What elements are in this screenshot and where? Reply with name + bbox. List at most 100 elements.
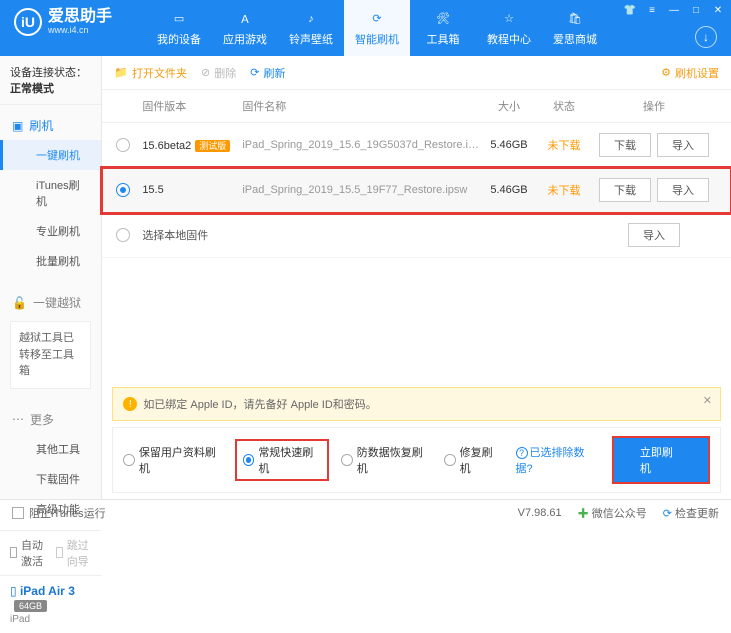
- nav-label: 工具箱: [427, 31, 460, 47]
- question-icon: ?: [516, 447, 528, 459]
- nav-label: 爱思商城: [553, 31, 597, 47]
- opt-normal-flash[interactable]: 常规快速刷机: [237, 441, 327, 479]
- btn-label: 刷新: [263, 65, 285, 81]
- flash-icon: ⟳: [368, 10, 386, 28]
- download-button[interactable]: 下载: [599, 178, 651, 202]
- firmware-row[interactable]: 15.6beta2测试版 iPad_Spring_2019_15.6_19G50…: [102, 123, 731, 168]
- opt-repair[interactable]: 修复刷机: [444, 444, 501, 476]
- block-itunes-label: 阻止iTunes运行: [29, 505, 106, 521]
- sidebar: 设备连接状态：正常模式 ▣刷机 一键刷机 iTunes刷机 专业刷机 批量刷机 …: [0, 56, 102, 499]
- update-icon: ⟳: [663, 508, 672, 520]
- window-controls: 👕 ≡ — □ ✕: [623, 4, 725, 16]
- app-logo-icon: iU: [14, 8, 42, 36]
- skin-icon[interactable]: 👕: [623, 4, 637, 16]
- exclude-data-link[interactable]: ?已选排除数据?: [516, 444, 598, 476]
- shop-icon: 🛍: [566, 10, 584, 28]
- nav-flash[interactable]: ⟳ 智能刷机: [344, 0, 410, 56]
- firmware-row-selected[interactable]: 15.5 iPad_Spring_2019_15.5_19F77_Restore…: [102, 168, 731, 213]
- gear-icon: ⚙: [661, 66, 671, 79]
- table-header: 固件版本 固件名称 大小 状态 操作: [102, 90, 731, 123]
- btn-label: 打开文件夹: [132, 65, 187, 81]
- nav-shop[interactable]: 🛍 爱思商城: [542, 0, 608, 56]
- title-bar: iU 爱思助手 www.i4.cn ▭我的设备 Ａ应用游戏 ♪铃声壁纸 ⟳智能刷…: [0, 0, 731, 56]
- sidebar-item-download-fw[interactable]: 下载固件: [0, 464, 101, 494]
- music-icon: ♪: [302, 10, 320, 28]
- import-button[interactable]: 导入: [628, 223, 680, 247]
- nav-toolbox[interactable]: 🛠工具箱: [410, 0, 476, 56]
- cell-version: 15.5: [142, 184, 242, 196]
- toolbar: 📁打开文件夹 ⊘ 删除 ⟳ 刷新 ⚙ 刷机设置: [102, 56, 731, 90]
- opt-label: 常规快速刷机: [258, 444, 321, 476]
- sidebar-section-jailbreak[interactable]: 🔓一键越狱: [0, 288, 101, 317]
- sidebar-item-batch[interactable]: 批量刷机: [0, 246, 101, 276]
- opt-anti-recovery[interactable]: 防数据恢复刷机: [341, 444, 430, 476]
- section-label: 刷机: [29, 117, 53, 134]
- opt-label: 保留用户资料刷机: [139, 444, 223, 476]
- main-nav: ▭我的设备 Ａ应用游戏 ♪ 铃声壁纸 ⟳ 智能刷机 🛠工具箱 ☆教程中心 🛍 爱思商城: [146, 0, 608, 56]
- sidebar-item-pro[interactable]: 专业刷机: [0, 216, 101, 246]
- nav-apps[interactable]: Ａ应用游戏: [212, 0, 278, 56]
- flash-settings-button[interactable]: ⚙ 刷机设置: [661, 65, 719, 81]
- cell-state: 未下载: [539, 137, 589, 153]
- block-itunes-checkbox[interactable]: [12, 507, 24, 519]
- opt-label: 防数据恢复刷机: [357, 444, 430, 476]
- radio-button[interactable]: [116, 183, 130, 197]
- sidebar-section-more[interactable]: ⋯更多: [0, 405, 101, 434]
- download-button[interactable]: 下载: [599, 133, 651, 157]
- device-panel[interactable]: ▯ iPad Air 3 64GB iPad: [0, 575, 101, 633]
- nav-label: 我的设备: [157, 31, 201, 47]
- btn-label: 删除: [214, 65, 236, 81]
- local-firmware-row[interactable]: 选择本地固件 导入: [102, 213, 731, 258]
- sidebar-item-oneclick[interactable]: 一键刷机: [0, 140, 101, 170]
- open-folder-button[interactable]: 📁打开文件夹: [114, 65, 187, 81]
- btn-label: 刷机设置: [675, 65, 719, 81]
- sidebar-item-other-tools[interactable]: 其他工具: [0, 434, 101, 464]
- import-button[interactable]: 导入: [657, 178, 709, 202]
- version-label[interactable]: V7.98.61: [518, 507, 562, 519]
- col-version: 固件版本: [142, 98, 242, 114]
- nav-my-device[interactable]: ▭我的设备: [146, 0, 212, 56]
- device-type: iPad: [10, 614, 91, 625]
- close-warning-icon[interactable]: ✕: [703, 394, 712, 407]
- sidebar-section-flash[interactable]: ▣刷机: [0, 111, 101, 140]
- brand-url: www.i4.cn: [48, 25, 112, 35]
- import-button[interactable]: 导入: [657, 133, 709, 157]
- nav-label: 应用游戏: [223, 31, 267, 47]
- sidebar-item-itunes[interactable]: iTunes刷机: [0, 170, 101, 216]
- close-icon[interactable]: ✕: [711, 4, 725, 16]
- cell-size: 5.46GB: [479, 139, 539, 151]
- wechat-icon: ✚: [578, 508, 589, 520]
- trash-icon: ⊘: [201, 66, 210, 79]
- flash-now-button[interactable]: 立即刷机: [612, 436, 710, 484]
- menu-icon[interactable]: ≡: [645, 4, 659, 16]
- status-label: 设备连接状态：: [10, 67, 87, 79]
- nav-label: 铃声壁纸: [289, 31, 333, 47]
- minimize-icon[interactable]: —: [667, 4, 681, 16]
- radio-button[interactable]: [116, 138, 130, 152]
- flash-options: 保留用户资料刷机 常规快速刷机 防数据恢复刷机 修复刷机 ?已选排除数据? 立即…: [112, 427, 721, 493]
- nav-tutorial[interactable]: ☆教程中心: [476, 0, 542, 56]
- nav-label: 智能刷机: [355, 31, 399, 47]
- col-name: 固件名称: [242, 98, 479, 114]
- delete-button[interactable]: ⊘ 删除: [201, 65, 236, 81]
- section-label: 一键越狱: [33, 294, 81, 311]
- opt-label: 修复刷机: [460, 444, 502, 476]
- skip-guide-checkbox[interactable]: 跳过向导: [56, 537, 92, 569]
- cell-state: 未下载: [539, 182, 589, 198]
- refresh-button[interactable]: ⟳ 刷新: [250, 65, 285, 81]
- radio-button[interactable]: [116, 228, 130, 242]
- connection-status: 设备连接状态： 正常模式: [0, 56, 101, 105]
- download-manager-icon[interactable]: ↓: [695, 26, 717, 48]
- refresh-icon: ⟳: [250, 66, 259, 79]
- status-value: 正常模式: [10, 83, 54, 95]
- check-update-link[interactable]: ⟳ 检查更新: [663, 505, 719, 521]
- beta-badge: 测试版: [195, 140, 230, 152]
- content-area: 📁打开文件夹 ⊘删除 ⟳刷新 ⚙刷机设置 固件版本 固件名称 大小 状态 操作 …: [102, 56, 731, 499]
- nav-ringtones[interactable]: ♪ 铃声壁纸: [278, 0, 344, 56]
- warning-icon: !: [123, 397, 137, 411]
- auto-activate-checkbox[interactable]: 自动激活: [10, 537, 46, 569]
- wechat-link[interactable]: ✚ 微信公众号: [578, 505, 647, 521]
- cell-filename: iPad_Spring_2019_15.5_19F77_Restore.ipsw: [242, 184, 479, 196]
- maximize-icon[interactable]: □: [689, 4, 703, 16]
- opt-keep-data[interactable]: 保留用户资料刷机: [123, 444, 222, 476]
